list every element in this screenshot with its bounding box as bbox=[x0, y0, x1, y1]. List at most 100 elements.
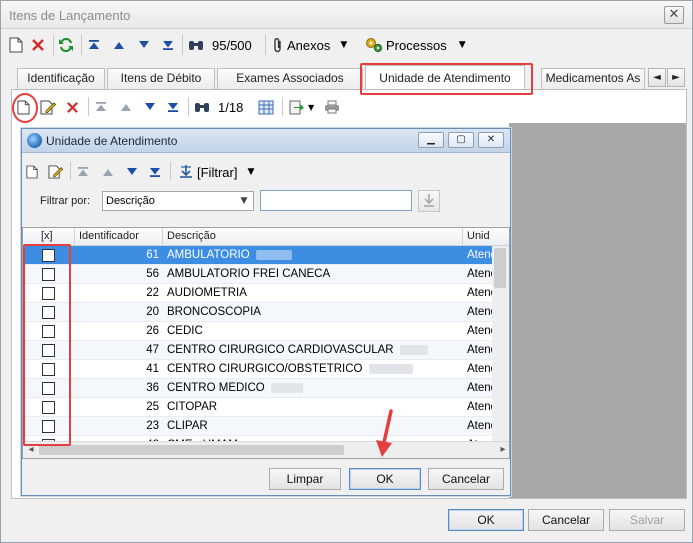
remove-unit-button[interactable] bbox=[66, 96, 84, 118]
apply-filter-button[interactable] bbox=[418, 190, 440, 212]
column-header-description[interactable]: Descrição bbox=[163, 228, 463, 246]
ok-button[interactable]: OK bbox=[448, 509, 524, 531]
scroll-right-icon[interactable]: ▸ bbox=[495, 442, 509, 458]
row-unit: Atend bbox=[467, 382, 493, 394]
dialog-maximize-button[interactable]: ▢ bbox=[448, 132, 474, 148]
row-description-text: CENTRO CIRURGICO CARDIOVASCULAR bbox=[167, 344, 394, 356]
column-header-select[interactable]: [x] bbox=[23, 228, 75, 246]
add-unit-button[interactable] bbox=[17, 96, 35, 118]
dialog-edit-button[interactable] bbox=[48, 161, 64, 183]
row-checkbox[interactable] bbox=[42, 306, 55, 319]
dialog-next-button[interactable] bbox=[126, 161, 142, 183]
window-title-bar: Itens de Lançamento ✕ bbox=[1, 1, 692, 29]
row-description: CITOPAR bbox=[167, 398, 459, 417]
first-unit-button[interactable] bbox=[95, 96, 111, 118]
grid-view-button[interactable] bbox=[258, 96, 276, 118]
export-button[interactable]: ▼ bbox=[289, 96, 314, 118]
row-checkbox[interactable] bbox=[42, 382, 55, 395]
attachments-button[interactable]: Anexos ▼ bbox=[273, 34, 347, 56]
row-checkbox[interactable] bbox=[42, 268, 55, 281]
tab-medicamentos-associados[interactable]: Medicamentos As bbox=[541, 68, 645, 89]
tab-itens-de-debito[interactable]: Itens de Débito bbox=[107, 68, 215, 89]
dialog-ok-button[interactable]: OK bbox=[349, 468, 421, 490]
search-unit-button[interactable] bbox=[194, 96, 212, 118]
edit-unit-button[interactable] bbox=[40, 96, 58, 118]
filter-value-input[interactable] bbox=[260, 190, 412, 211]
save-button[interactable]: Salvar bbox=[609, 509, 685, 531]
previous-record-button[interactable] bbox=[113, 34, 129, 56]
horizontal-scroll-thumb[interactable] bbox=[39, 445, 344, 455]
row-checkbox[interactable] bbox=[42, 401, 55, 414]
table-row[interactable]: 25 CITOPAR Atend bbox=[23, 398, 493, 417]
vertical-scroll-thumb[interactable] bbox=[494, 248, 506, 288]
delete-x-icon bbox=[32, 39, 44, 51]
next-record-button[interactable] bbox=[138, 34, 154, 56]
new-record-button[interactable] bbox=[9, 34, 27, 56]
edit-document-icon bbox=[40, 100, 56, 114]
dialog-cancel-button[interactable]: Cancelar bbox=[428, 468, 504, 490]
row-description: BRONCOSCOPIA bbox=[167, 303, 459, 322]
filter-field-select[interactable]: Descrição ▼ bbox=[102, 191, 254, 211]
delete-record-button[interactable] bbox=[31, 34, 49, 56]
last-unit-button[interactable] bbox=[167, 96, 183, 118]
dialog-new-button[interactable] bbox=[26, 161, 42, 183]
row-identifier: 61 bbox=[146, 249, 159, 261]
search-button[interactable] bbox=[188, 34, 206, 56]
table-row[interactable]: 61 AMBULATORIO Atend bbox=[23, 246, 493, 265]
row-checkbox[interactable] bbox=[42, 363, 55, 376]
previous-unit-button[interactable] bbox=[120, 96, 136, 118]
filter-icon bbox=[180, 165, 192, 178]
dialog-previous-button[interactable] bbox=[102, 161, 118, 183]
row-identifier: 41 bbox=[146, 363, 159, 375]
table-row[interactable]: 47 CENTRO CIRURGICO CARDIOVASCULAR Atend bbox=[23, 341, 493, 360]
cancel-button[interactable]: Cancelar bbox=[528, 509, 604, 531]
next-unit-button[interactable] bbox=[144, 96, 160, 118]
dialog-minimize-button[interactable]: ▁ bbox=[418, 132, 444, 148]
clear-button[interactable]: Limpar bbox=[269, 468, 341, 490]
dialog-filter-button[interactable]: [Filtrar] ▼ bbox=[178, 161, 254, 183]
column-header-unit[interactable]: Unid bbox=[463, 228, 509, 246]
table-row[interactable]: 26 CEDIC Atend bbox=[23, 322, 493, 341]
dialog-first-button[interactable] bbox=[77, 161, 93, 183]
last-record-button[interactable] bbox=[162, 34, 178, 56]
grid-vertical-scrollbar[interactable] bbox=[492, 246, 509, 442]
row-checkbox[interactable] bbox=[42, 344, 55, 357]
table-row[interactable]: 36 CENTRO MEDICO Atend bbox=[23, 379, 493, 398]
main-toolbar: 95/500 Anexos ▼ Processos ▼ bbox=[1, 31, 692, 59]
row-description-text: CLIPAR bbox=[167, 420, 208, 432]
grid-header: [x] Identificador Descrição Unid bbox=[23, 228, 509, 246]
up-arrow-icon bbox=[121, 104, 131, 111]
print-button[interactable] bbox=[324, 96, 342, 118]
dialog-last-button[interactable] bbox=[149, 161, 165, 183]
row-identifier: 47 bbox=[146, 344, 159, 356]
processes-button[interactable]: Processos ▼ bbox=[365, 34, 466, 56]
tab-scroll-right-button[interactable]: ► bbox=[667, 68, 685, 87]
row-checkbox[interactable] bbox=[42, 287, 55, 300]
window-close-button[interactable]: ✕ bbox=[664, 6, 684, 24]
table-row[interactable]: 56 AMBULATORIO FREI CANECA Atend bbox=[23, 265, 493, 284]
dialog-close-button[interactable]: ✕ bbox=[478, 132, 504, 148]
table-row[interactable]: 20 BRONCOSCOPIA Atend bbox=[23, 303, 493, 322]
scroll-left-icon[interactable]: ◂ bbox=[23, 442, 39, 458]
first-record-button[interactable] bbox=[88, 34, 104, 56]
filter-apply-icon bbox=[424, 194, 434, 207]
tab-exames-associados[interactable]: Exames Associados bbox=[217, 68, 363, 89]
column-header-identifier[interactable]: Identificador bbox=[75, 228, 163, 246]
grid-horizontal-scrollbar[interactable]: ◂ ▸ bbox=[23, 441, 509, 458]
up-arrow-icon bbox=[103, 169, 113, 176]
row-checkbox[interactable] bbox=[42, 420, 55, 433]
tab-scroll-left-button[interactable]: ◄ bbox=[648, 68, 666, 87]
table-row[interactable]: 22 AUDIOMETRIA Atend bbox=[23, 284, 493, 303]
table-row[interactable]: 41 CENTRO CIRURGICO/OBSTETRICO Atend bbox=[23, 360, 493, 379]
row-description-text: CENTRO CIRURGICO/OBSTETRICO bbox=[167, 363, 363, 375]
tab-unidade-de-atendimento[interactable]: Unidade de Atendimento bbox=[365, 65, 525, 90]
record-counter: 95/500 bbox=[212, 37, 252, 53]
row-checkbox[interactable] bbox=[42, 249, 55, 262]
new-document-icon bbox=[9, 37, 23, 53]
tab-identificacao[interactable]: Identificação bbox=[17, 68, 105, 89]
row-checkbox[interactable] bbox=[42, 325, 55, 338]
refresh-button[interactable] bbox=[58, 34, 76, 56]
processes-label: Processos bbox=[386, 37, 447, 53]
table-row[interactable]: 23 CLIPAR Atend bbox=[23, 417, 493, 436]
row-description: AMBULATORIO FREI CANECA bbox=[167, 265, 459, 284]
